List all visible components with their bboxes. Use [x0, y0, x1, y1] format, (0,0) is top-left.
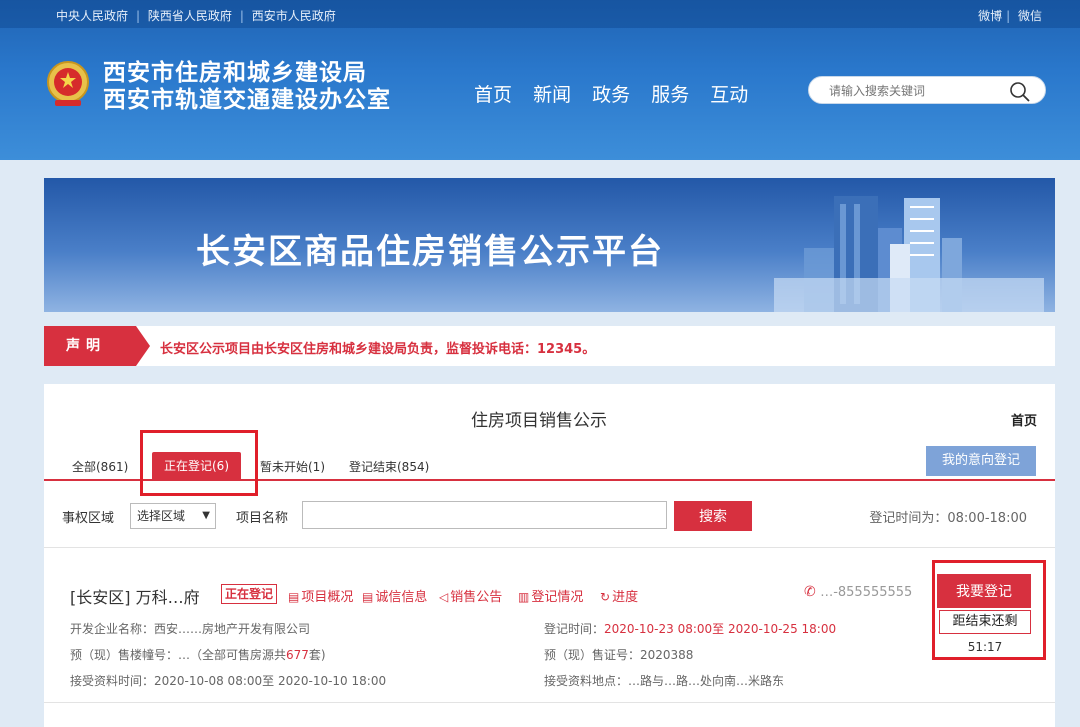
top-link-bar: 中央人民政府 | 陕西省人民政府 | 西安市人民政府 微博 | 微信 [0, 0, 1080, 28]
sales-notice-link[interactable]: ◁ 销售公告 [439, 586, 502, 605]
notice-bar: 声明 长安区公示项目由长安区住房和城乡建设局负责，监督投诉电话：12345。 [44, 326, 1055, 366]
project-name-label: 项目名称 [236, 511, 289, 526]
link-separator: | [239, 9, 244, 23]
registration-time-label: 登记时间： [544, 622, 605, 636]
project-overview-link[interactable]: ▤ 项目概况 [288, 586, 353, 605]
building-numbers-suffix: 套) [308, 648, 326, 662]
filter-bar: 事权区域 选择区域 ▼ 项目名称 搜索 登记时间为：08:00-18:00 [44, 496, 1055, 536]
registration-time: 登记时间：2020-10-23 08:00至 2020-10-25 18:00 [544, 620, 836, 637]
notice-tag: 声明 [44, 326, 136, 366]
nav-item-news[interactable]: 新闻 [533, 84, 571, 106]
project-overview-label: 项目概况 [301, 590, 354, 605]
megaphone-icon: ◁ [439, 590, 449, 604]
status-badge: 正在登记 [221, 584, 278, 604]
bar-chart-icon: ▥ [518, 590, 530, 604]
annotation-highlight-tab [140, 430, 258, 496]
link-separator: | [1006, 9, 1011, 23]
building-numbers-text: 预（现）售楼幢号：…（全部可售房源共 [70, 648, 287, 662]
home-link[interactable]: 首页 [1011, 410, 1037, 429]
gov-link-shaanxi[interactable]: 陕西省人民政府 [148, 9, 232, 23]
district-select-value: 选择区域 [137, 509, 186, 523]
progress-link[interactable]: ↻ 进度 [600, 586, 638, 605]
project-phone: ✆ …-855555555 [804, 584, 912, 600]
nav-item-home[interactable]: 首页 [474, 84, 512, 106]
social-links: 微博 | 微信 [978, 7, 1042, 24]
divider [44, 547, 1055, 548]
available-units-count: 677 [286, 648, 309, 662]
tab-not-started[interactable]: 暂未开始(1) [260, 458, 325, 475]
weibo-link[interactable]: 微博 [978, 9, 1002, 23]
tab-all[interactable]: 全部(861) [72, 458, 128, 475]
site-header: 中央人民政府 | 陕西省人民政府 | 西安市人民政府 微博 | 微信 西安市住房和城乡… [0, 0, 1080, 160]
org-name-line1: 西安市住房和城乡建设局 [103, 60, 367, 86]
credit-info-link[interactable]: ▤ 诚信信息 [362, 586, 427, 605]
org-name: 西安市住房和城乡建设局 西安市轨道交通建设办公室 [103, 60, 391, 114]
search-icon[interactable] [1009, 81, 1031, 103]
document-accept-place: 接受资料地点：…路与…路…处向南…米路东 [544, 674, 785, 688]
annotation-highlight-register [932, 560, 1046, 660]
org-name-line2: 西安市轨道交通建设办公室 [103, 87, 391, 113]
notice-tag-arrow [136, 326, 150, 366]
site-search [808, 76, 1046, 104]
city-skyline-illustration [774, 196, 1044, 312]
document-accept-time: 接受资料时间：2020-10-08 08:00至 2020-10-10 18:0… [70, 674, 387, 688]
project-name-input[interactable] [302, 501, 667, 529]
district-label: 事权区域 [62, 511, 115, 526]
building-numbers: 预（现）售楼幢号：…（全部可售房源共677套) [70, 646, 326, 663]
credit-info-label: 诚信信息 [375, 590, 428, 605]
nav-item-government[interactable]: 政务 [592, 84, 630, 106]
nav-item-interaction[interactable]: 互动 [710, 84, 748, 106]
registration-time-value: 2020-10-23 08:00至 2020-10-25 18:00 [604, 622, 837, 636]
registration-hours: 登记时间为：08:00-18:00 [869, 511, 1027, 526]
phone-number: …-855555555 [820, 585, 913, 600]
dropdown-arrow-icon: ▼ [202, 510, 210, 521]
project-name[interactable]: [长安区] 万科…府 [70, 584, 200, 608]
nav-item-services[interactable]: 服务 [651, 84, 689, 106]
panel-title: 住房项目销售公示 [471, 411, 607, 431]
banner-title: 长安区商品住房销售公示平台 [196, 232, 664, 272]
refresh-icon: ↻ [600, 590, 611, 604]
gov-link-xian[interactable]: 西安市人民政府 [252, 9, 336, 23]
tab-registration-ended[interactable]: 登记结束(854) [349, 458, 429, 475]
site-search-input[interactable] [829, 82, 1009, 100]
document-icon: ▤ [288, 590, 300, 604]
sales-notice-label: 销售公告 [450, 590, 503, 605]
national-emblem-icon [47, 61, 89, 106]
gov-link-central[interactable]: 中央人民政府 [56, 9, 128, 23]
progress-label: 进度 [612, 590, 639, 605]
phone-icon: ✆ [804, 584, 816, 600]
platform-banner: 长安区商品住房销售公示平台 [44, 178, 1055, 312]
sales-panel: 住房项目销售公示 首页 全部(861) 正在登记(6) 暂未开始(1) 登记结束… [44, 384, 1055, 727]
link-separator: | [136, 9, 141, 23]
registration-status-label: 登记情况 [531, 590, 584, 605]
my-intent-registration-button[interactable]: 我的意向登记 [926, 446, 1036, 476]
developer-name: 开发企业名称：西安……房地产开发有限公司 [70, 622, 311, 636]
notice-text: 长安区公示项目由长安区住房和城乡建设局负责，监督投诉电话：12345。 [160, 342, 596, 357]
wechat-link[interactable]: 微信 [1018, 9, 1042, 23]
project-row: [长安区] 万科…府 正在登记 ▤ 项目概况 ▤ 诚信信息 ◁ 销售公告 ▥ 登记情况 … [44, 560, 1055, 704]
district-select[interactable]: 选择区域 ▼ [130, 503, 216, 529]
document-icon: ▤ [362, 590, 374, 604]
registration-status-link[interactable]: ▥ 登记情况 [518, 586, 583, 605]
presale-permit-number: 预（现）售证号：2020388 [544, 648, 694, 662]
search-button[interactable]: 搜索 [674, 501, 752, 531]
main-nav: 首页 新闻 政务 服务 互动 [474, 80, 763, 107]
divider [44, 702, 1055, 703]
gov-links: 中央人民政府 | 陕西省人民政府 | 西安市人民政府 [56, 7, 340, 24]
